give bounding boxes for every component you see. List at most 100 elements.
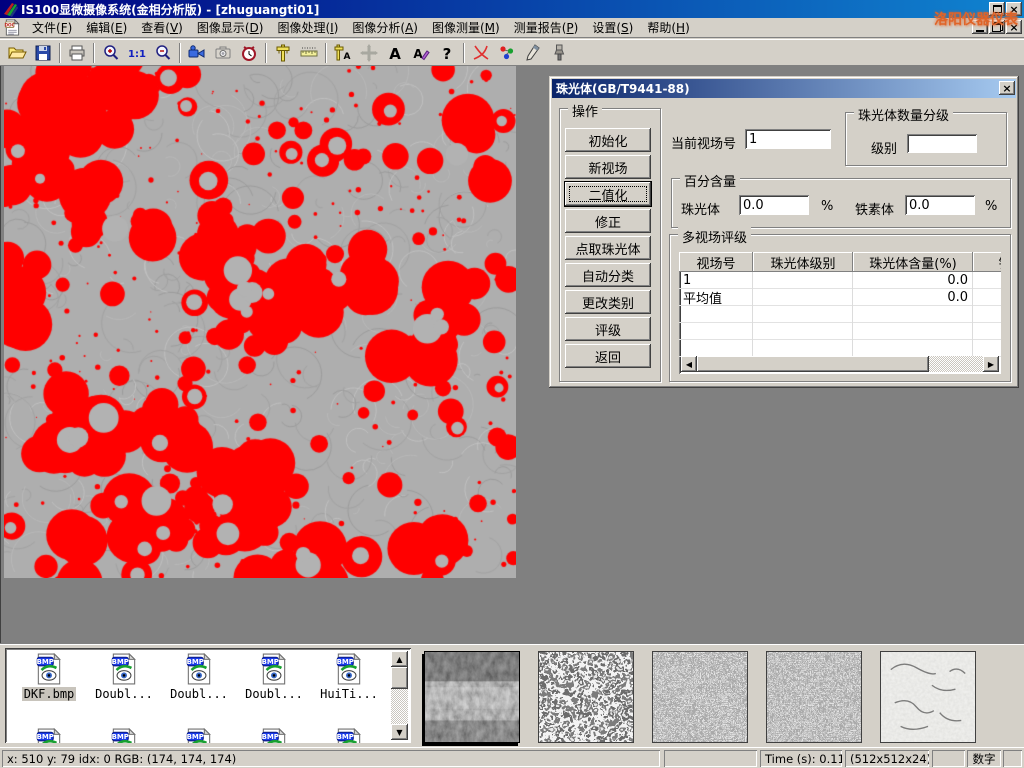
file-item[interactable]: DKF.bmp xyxy=(13,653,85,701)
file-item[interactable]: Doubl... xyxy=(163,653,235,701)
file-item[interactable]: Doubl... xyxy=(88,653,160,701)
toolbar-separator xyxy=(59,43,61,63)
color-classify-button[interactable] xyxy=(494,41,520,64)
status-bar: x: 510 y: 79 idx: 0 RGB: (174, 174, 174)… xyxy=(0,747,1024,768)
col-pearlite-grade[interactable]: 珠光体级别 xyxy=(753,252,853,272)
text-label-button[interactable]: A xyxy=(382,41,408,64)
metallographic-image[interactable] xyxy=(4,66,516,578)
video-capture-button[interactable] xyxy=(184,41,210,64)
table-horizontal-scrollbar[interactable]: ◀ ▶ xyxy=(681,356,999,372)
bmp-file-icon xyxy=(111,653,137,685)
scrollbar-track[interactable] xyxy=(929,356,983,372)
vendor-watermark: 洛阳仪器仪表 xyxy=(934,9,1018,29)
camera-capture-button[interactable] xyxy=(210,41,236,64)
file-list-scrollbar[interactable]: ▲ ▼ xyxy=(391,651,408,740)
menu-image-measure[interactable]: 图像测量(M) xyxy=(425,17,507,38)
return-button[interactable]: 返回 xyxy=(565,344,651,368)
auto-classify-button[interactable]: 自动分类 xyxy=(565,263,651,287)
flashlight-button[interactable] xyxy=(546,41,572,64)
scroll-left-button[interactable]: ◀ xyxy=(681,356,697,372)
ferrite-percent-input[interactable] xyxy=(905,195,975,215)
thumbnail-5[interactable] xyxy=(880,651,976,743)
file-item[interactable] xyxy=(13,728,85,743)
scroll-down-button[interactable]: ▼ xyxy=(391,724,408,740)
open-button[interactable] xyxy=(4,41,30,64)
new-field-button[interactable]: 新视场 xyxy=(565,155,651,179)
col-pearlite-content[interactable]: 珠光体含量(%) xyxy=(853,252,973,272)
percent-group-label: 百分含量 xyxy=(680,171,740,190)
file-item[interactable]: Doubl... xyxy=(238,653,310,701)
dialog-title-bar[interactable]: 珠光体(GB/T9441-88) xyxy=(552,79,1016,98)
empty-panel xyxy=(1003,750,1022,767)
correct-button[interactable]: 修正 xyxy=(565,209,651,233)
scrollbar-thumb[interactable] xyxy=(391,667,408,689)
document-system-menu-icon[interactable]: DOC xyxy=(3,19,21,36)
empty-panel xyxy=(664,750,757,767)
ruler-button[interactable] xyxy=(296,41,322,64)
menu-view[interactable]: 查看(V) xyxy=(134,17,190,38)
file-list[interactable]: DKF.bmp Doubl... Doubl... Doubl... HuiTi… xyxy=(5,648,411,743)
table-row-empty xyxy=(679,340,1001,357)
table-row[interactable]: 1 0.0 xyxy=(679,272,1001,289)
bmp-file-icon xyxy=(111,728,137,743)
change-class-button[interactable]: 更改类别 xyxy=(565,290,651,314)
annotate-button[interactable]: A xyxy=(408,41,434,64)
open-folder-icon xyxy=(7,43,27,63)
file-item[interactable] xyxy=(238,728,310,743)
dialog-close-button[interactable]: × xyxy=(999,81,1015,95)
col-ferrite-content[interactable]: 铁素体 xyxy=(973,252,1001,272)
thumbnail-1[interactable] xyxy=(424,651,520,743)
initialize-button[interactable]: 初始化 xyxy=(565,128,651,152)
pick-pearlite-button[interactable]: 点取珠光体 xyxy=(565,236,651,260)
menu-edit[interactable]: 编辑(E) xyxy=(79,17,134,38)
help-button[interactable]: ? xyxy=(434,41,460,64)
scrollbar-thumb[interactable] xyxy=(697,356,929,372)
toolbar-separator xyxy=(325,43,327,63)
toolbar-separator xyxy=(93,43,95,63)
print-button[interactable] xyxy=(64,41,90,64)
file-item[interactable] xyxy=(163,728,235,743)
pen-tool-button[interactable] xyxy=(520,41,546,64)
scroll-right-button[interactable]: ▶ xyxy=(983,356,999,372)
save-floppy-icon xyxy=(33,43,53,63)
svg-text:A: A xyxy=(389,45,401,63)
caliper-icon xyxy=(273,43,293,63)
menu-settings[interactable]: 设置(S) xyxy=(585,17,640,38)
move-button[interactable] xyxy=(356,41,382,64)
caliper-button[interactable] xyxy=(270,41,296,64)
one-to-one-icon: 1:1 xyxy=(127,43,147,63)
rate-button[interactable]: 评级 xyxy=(565,317,651,341)
thumbnail-4[interactable] xyxy=(766,651,862,743)
menu-image-processing[interactable]: 图像处理(I) xyxy=(270,17,345,38)
timer-button[interactable] xyxy=(236,41,262,64)
thumbnail-3[interactable] xyxy=(652,651,748,743)
cell-ferrite xyxy=(973,272,1001,289)
pearlite-percent-input[interactable] xyxy=(739,195,809,215)
menu-measure-report[interactable]: 测量报告(P) xyxy=(507,17,586,38)
current-field-input[interactable] xyxy=(745,129,831,149)
file-item[interactable] xyxy=(313,728,385,743)
grade-level-input[interactable] xyxy=(907,134,977,153)
empty-panel xyxy=(932,750,965,767)
measure-scale-button[interactable]: A xyxy=(330,41,356,64)
video-camera-icon xyxy=(187,43,207,63)
menu-image-display[interactable]: 图像显示(D) xyxy=(190,17,271,38)
menu-image-analysis[interactable]: 图像分析(A) xyxy=(345,17,425,38)
file-item[interactable]: HuiTi... xyxy=(313,653,385,701)
zoom-out-button[interactable] xyxy=(150,41,176,64)
curve-tool-button[interactable] xyxy=(468,41,494,64)
menu-file[interactable]: 文件(F) xyxy=(25,17,79,38)
thumbnail-2[interactable] xyxy=(538,651,634,743)
binarize-button[interactable]: 二值化 xyxy=(565,182,651,206)
file-name: DKF.bmp xyxy=(22,687,77,701)
col-field-number[interactable]: 视场号 xyxy=(679,252,753,272)
scroll-up-button[interactable]: ▲ xyxy=(391,651,408,667)
table-row[interactable]: 平均值 0.0 xyxy=(679,289,1001,306)
save-button[interactable] xyxy=(30,41,56,64)
file-item[interactable] xyxy=(88,728,160,743)
menu-help[interactable]: 帮助(H) xyxy=(640,17,696,38)
actual-size-button[interactable]: 1:1 xyxy=(124,41,150,64)
svg-text:A: A xyxy=(344,52,351,62)
scrollbar-track[interactable] xyxy=(391,689,408,724)
zoom-in-button[interactable] xyxy=(98,41,124,64)
